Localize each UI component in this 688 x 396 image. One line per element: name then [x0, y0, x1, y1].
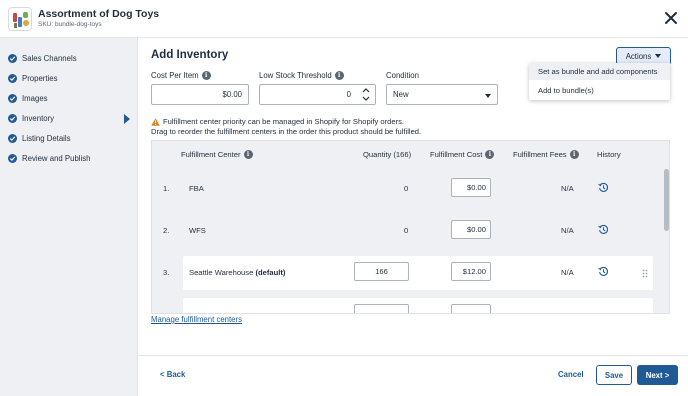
condition-value: New [393, 90, 409, 99]
warning-text-line2: Drag to reorder the fulfillment centers … [151, 127, 422, 136]
low-stock-threshold-label-text: Low Stock Threshold [259, 71, 332, 80]
product-title: Assortment of Dog Toys [38, 8, 160, 20]
header-label: Quantity (166) [363, 150, 412, 159]
fulfillment-cost-input[interactable] [451, 304, 491, 313]
close-icon[interactable] [664, 11, 678, 25]
header-label: Fulfillment Center [181, 150, 241, 159]
menu-item-set-as-bundle[interactable]: Set as bundle and add components [529, 63, 670, 80]
fulfillment-center-name: WFS [189, 226, 206, 235]
cost-per-item-label: Cost Per Item i [151, 71, 211, 80]
quantity-input[interactable] [354, 304, 409, 313]
cancel-button[interactable]: Cancel [558, 370, 584, 379]
cost-per-item-value: $0.00 [222, 90, 242, 99]
menu-item-add-to-bundle[interactable]: Add to bundle(s) [529, 82, 670, 99]
actions-label: Actions [625, 51, 652, 61]
fulfillment-cost-input[interactable]: $0.00 [451, 178, 491, 197]
info-icon[interactable]: i [243, 150, 253, 159]
check-icon [8, 73, 17, 83]
cost-per-item-input[interactable]: $0.00 [151, 84, 249, 105]
product-sku: SKU: bundle-dog-toys [38, 21, 102, 28]
sidebar-item-inventory[interactable]: Inventory [8, 111, 134, 125]
fulfillment-cost-input[interactable]: $12.00 [451, 262, 491, 281]
check-icon [8, 153, 17, 163]
condition-label-text: Condition [386, 71, 419, 80]
info-icon[interactable]: i [485, 150, 495, 159]
warning-icon [151, 118, 160, 126]
check-icon [8, 133, 17, 143]
condition-select[interactable]: New [386, 84, 498, 105]
sidebar-item-review-and-publish[interactable]: Review and Publish [8, 151, 134, 165]
row-number: 2. [163, 226, 170, 235]
sidebar-item-properties[interactable]: Properties [8, 71, 134, 85]
stepper-icon[interactable] [358, 86, 374, 103]
sidebar-item-label: Images [22, 93, 48, 103]
row-number: 3. [163, 268, 170, 277]
history-icon[interactable] [598, 224, 609, 235]
fulfillment-fees-value: N/A [561, 184, 574, 193]
page-title: Add Inventory [151, 49, 229, 61]
sidebar-item-label: Review and Publish [22, 153, 91, 163]
header-label: Fulfillment Fees [513, 150, 567, 159]
header-quantity: Quantity (166) [363, 150, 411, 159]
quantity-value: 0 [404, 226, 409, 235]
fulfillment-center-name: FBA [189, 184, 204, 193]
sidebar-item-images[interactable]: Images [8, 91, 134, 105]
quantity-input[interactable]: 166 [354, 262, 409, 281]
drag-handle-icon[interactable] [642, 269, 648, 278]
cost-per-item-label-text: Cost Per Item [151, 71, 199, 80]
fulfillment-center-name-text: Seattle Warehouse [189, 268, 254, 277]
sidebar-item-label: Properties [22, 73, 58, 83]
quantity-value: 0 [404, 184, 409, 193]
header: Assortment of Dog Toys SKU: bundle-dog-t… [0, 0, 688, 38]
fulfillment-fees-value: N/A [561, 226, 574, 235]
warning-text-line1: Fulfillment center priority can be manag… [163, 117, 405, 126]
active-indicator-icon [124, 114, 130, 124]
sidebar-item-listing-details[interactable]: Listing Details [8, 131, 134, 145]
sidebar-item-label: Inventory [22, 113, 55, 123]
low-stock-threshold-value: 0 [346, 90, 351, 99]
check-icon [8, 93, 17, 103]
back-button[interactable]: < Back [160, 370, 185, 379]
actions-menu: Set as bundle and add components Add to … [529, 63, 670, 100]
fulfillment-fees-value: N/A [561, 268, 574, 277]
fulfillment-table: Fulfillment Center i Quantity (166) Fulf… [151, 140, 670, 314]
history-icon[interactable] [598, 182, 609, 193]
header-fulfillment-cost: Fulfillment Cost i [430, 150, 495, 159]
sidebar-item-sales-channels[interactable]: Sales Channels [8, 51, 134, 65]
condition-label: Condition [386, 71, 419, 80]
header-fulfillment-center: Fulfillment Center i [181, 150, 253, 159]
check-icon [8, 53, 17, 63]
manage-fulfillment-centers-link[interactable]: Manage fulfillment centers [151, 315, 242, 324]
table-row-draggable[interactable] [183, 298, 653, 313]
header-history: History [597, 150, 621, 159]
chevron-down-icon [485, 94, 491, 98]
warning-message: Fulfillment center priority can be manag… [151, 117, 421, 137]
fulfillment-center-name: Seattle Warehouse (default) [189, 268, 285, 277]
info-icon[interactable]: i [201, 71, 211, 80]
low-stock-threshold-label: Low Stock Threshold i [259, 71, 344, 80]
table-scrollbar[interactable] [664, 169, 669, 231]
check-icon [8, 113, 17, 123]
sidebar-item-label: Listing Details [22, 133, 71, 143]
row-number: 1. [163, 184, 170, 193]
header-label: History [597, 150, 621, 159]
product-thumbnail [8, 7, 32, 31]
info-icon[interactable]: i [334, 71, 344, 80]
info-icon[interactable]: i [569, 150, 579, 159]
save-button[interactable]: Save [596, 365, 632, 385]
history-icon[interactable] [598, 266, 609, 277]
fulfillment-cost-input[interactable]: $0.00 [451, 220, 491, 239]
sidebar-item-label: Sales Channels [22, 53, 77, 63]
header-fulfillment-fees: Fulfillment Fees i [513, 150, 579, 159]
chevron-down-icon [655, 54, 662, 58]
next-button[interactable]: Next > [637, 365, 678, 385]
header-label: Fulfillment Cost [430, 150, 483, 159]
default-tag: (default) [255, 268, 286, 277]
